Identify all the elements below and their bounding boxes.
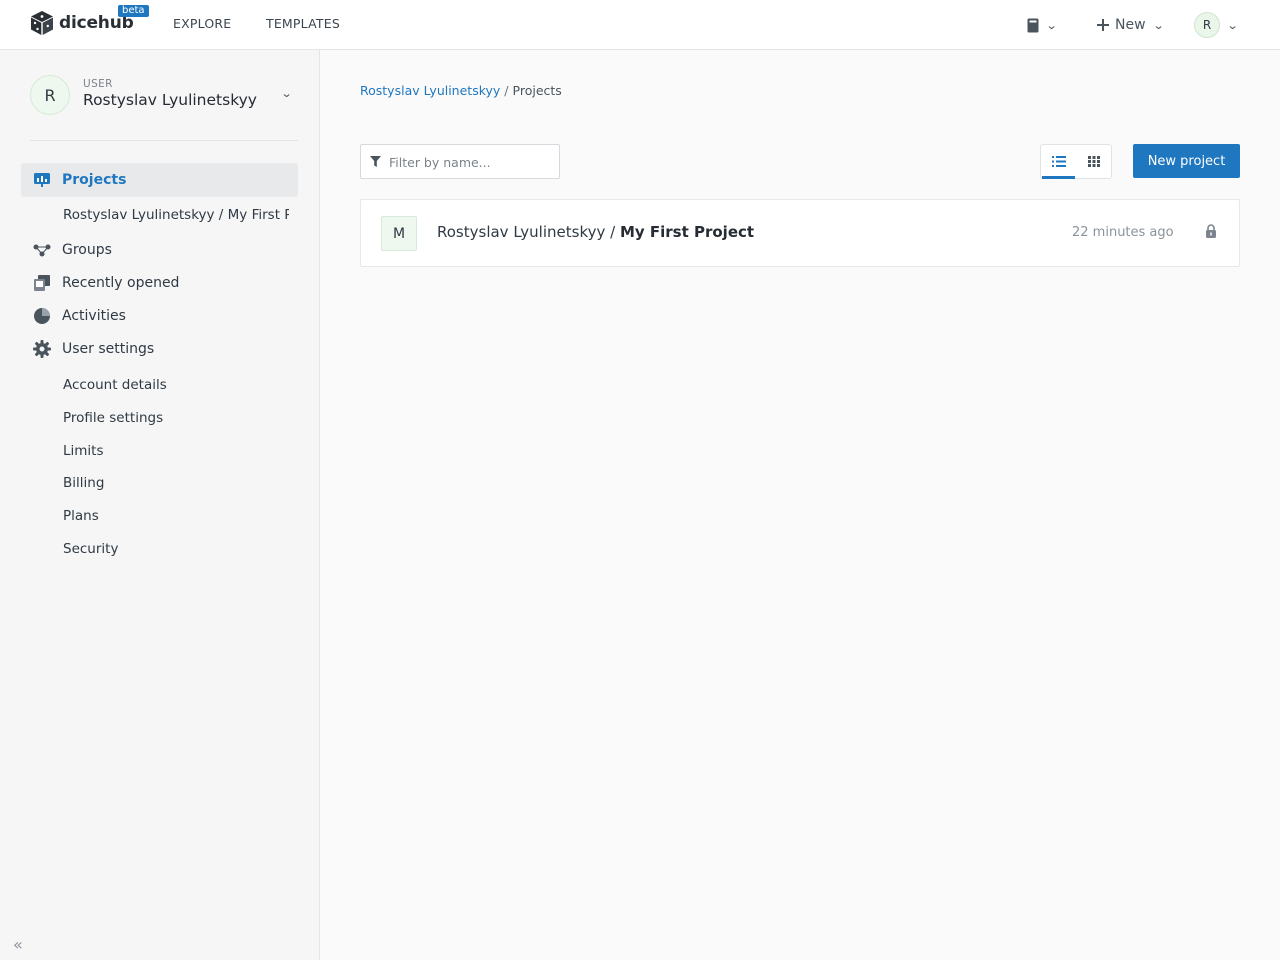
breadcrumb-current: Projects (512, 83, 562, 98)
nav-templates[interactable]: TEMPLATES (266, 16, 340, 31)
gear-icon (33, 340, 51, 358)
sidebar-item-label: Activities (62, 308, 126, 324)
beta-badge: beta (118, 5, 149, 17)
projects-icon (33, 171, 51, 189)
sidebar: R USER Rostyslav Lyulinetskyy ⌄ Projects… (0, 50, 320, 960)
settings-profile-settings[interactable]: Profile settings (63, 410, 289, 426)
documentation-menu[interactable]: ⌄ (1027, 0, 1058, 50)
collapse-sidebar-button[interactable]: « (13, 935, 23, 954)
divider (30, 140, 298, 141)
user-label: USER (83, 78, 113, 90)
filter-icon (370, 156, 381, 167)
sidebar-item-groups[interactable]: Groups (21, 233, 298, 267)
avatar: R (1194, 12, 1220, 38)
sidebar-item-projects[interactable]: Projects (21, 163, 298, 197)
logo[interactable]: dicehub beta (30, 5, 149, 37)
list-view-button[interactable] (1041, 145, 1076, 179)
activities-icon (33, 307, 51, 325)
breadcrumb-separator: / (504, 83, 509, 98)
sidebar-item-recently-opened[interactable]: Recently opened (21, 266, 298, 300)
grid-view-button[interactable] (1076, 145, 1111, 178)
user-switcher[interactable]: R USER Rostyslav Lyulinetskyy ⌄ (30, 75, 293, 117)
recent-icon (33, 274, 51, 292)
project-name[interactable]: Rostyslav Lyulinetskyy / My First Projec… (437, 223, 754, 241)
top-bar: dicehub beta EXPLORE TEMPLATES ⌄ New ⌄ R… (0, 0, 1280, 50)
breadcrumb: Rostyslav Lyulinetskyy / Projects (360, 83, 562, 98)
dice-logo-icon (31, 11, 53, 35)
chevron-down-icon: ⌄ (1045, 18, 1058, 32)
list-icon (1051, 156, 1066, 167)
new-menu[interactable]: New ⌄ (1097, 0, 1165, 50)
settings-security[interactable]: Security (63, 541, 289, 557)
chevron-down-icon: ⌄ (280, 87, 293, 100)
breadcrumb-user-link[interactable]: Rostyslav Lyulinetskyy (360, 83, 500, 98)
sidebar-item-label: Recently opened (62, 275, 180, 291)
settings-plans[interactable]: Plans (63, 508, 289, 524)
view-toggle (1040, 144, 1112, 179)
new-menu-label: New (1115, 17, 1146, 33)
table-row[interactable]: M Rostyslav Lyulinetskyy / My First Proj… (360, 199, 1240, 267)
project-owner: Rostyslav Lyulinetskyy / (437, 223, 620, 241)
settings-limits[interactable]: Limits (63, 443, 289, 459)
project-avatar: M (381, 216, 417, 251)
new-project-button[interactable]: New project (1133, 144, 1240, 178)
user-menu[interactable]: R ⌄ (1194, 0, 1239, 50)
user-name: Rostyslav Lyulinetskyy (83, 91, 257, 109)
sidebar-item-activities[interactable]: Activities (21, 299, 298, 333)
nav-explore[interactable]: EXPLORE (173, 16, 231, 31)
settings-billing[interactable]: Billing (63, 475, 289, 491)
sidebar-item-user-settings[interactable]: User settings (21, 332, 298, 366)
sidebar-item-label: Projects (62, 172, 127, 188)
project-updated-time: 22 minutes ago (1072, 225, 1174, 240)
project-title: My First Project (619, 223, 755, 241)
filter-box (360, 144, 560, 179)
sidebar-item-label: Groups (62, 242, 112, 258)
document-icon (1027, 18, 1039, 32)
filter-input[interactable] (389, 151, 554, 173)
settings-account-details[interactable]: Account details (63, 377, 289, 393)
sidebar-item-label: User settings (62, 341, 155, 357)
groups-icon (33, 241, 51, 259)
grid-icon (1087, 156, 1100, 167)
chevron-down-icon: ⌄ (1152, 18, 1165, 32)
sidebar-project-link[interactable]: Rostyslav Lyulinetskyy / My First Projec… (63, 207, 289, 223)
chevron-down-icon: ⌄ (1226, 18, 1239, 32)
lock-icon (1206, 224, 1216, 238)
plus-icon (1097, 19, 1109, 31)
avatar: R (30, 75, 70, 115)
